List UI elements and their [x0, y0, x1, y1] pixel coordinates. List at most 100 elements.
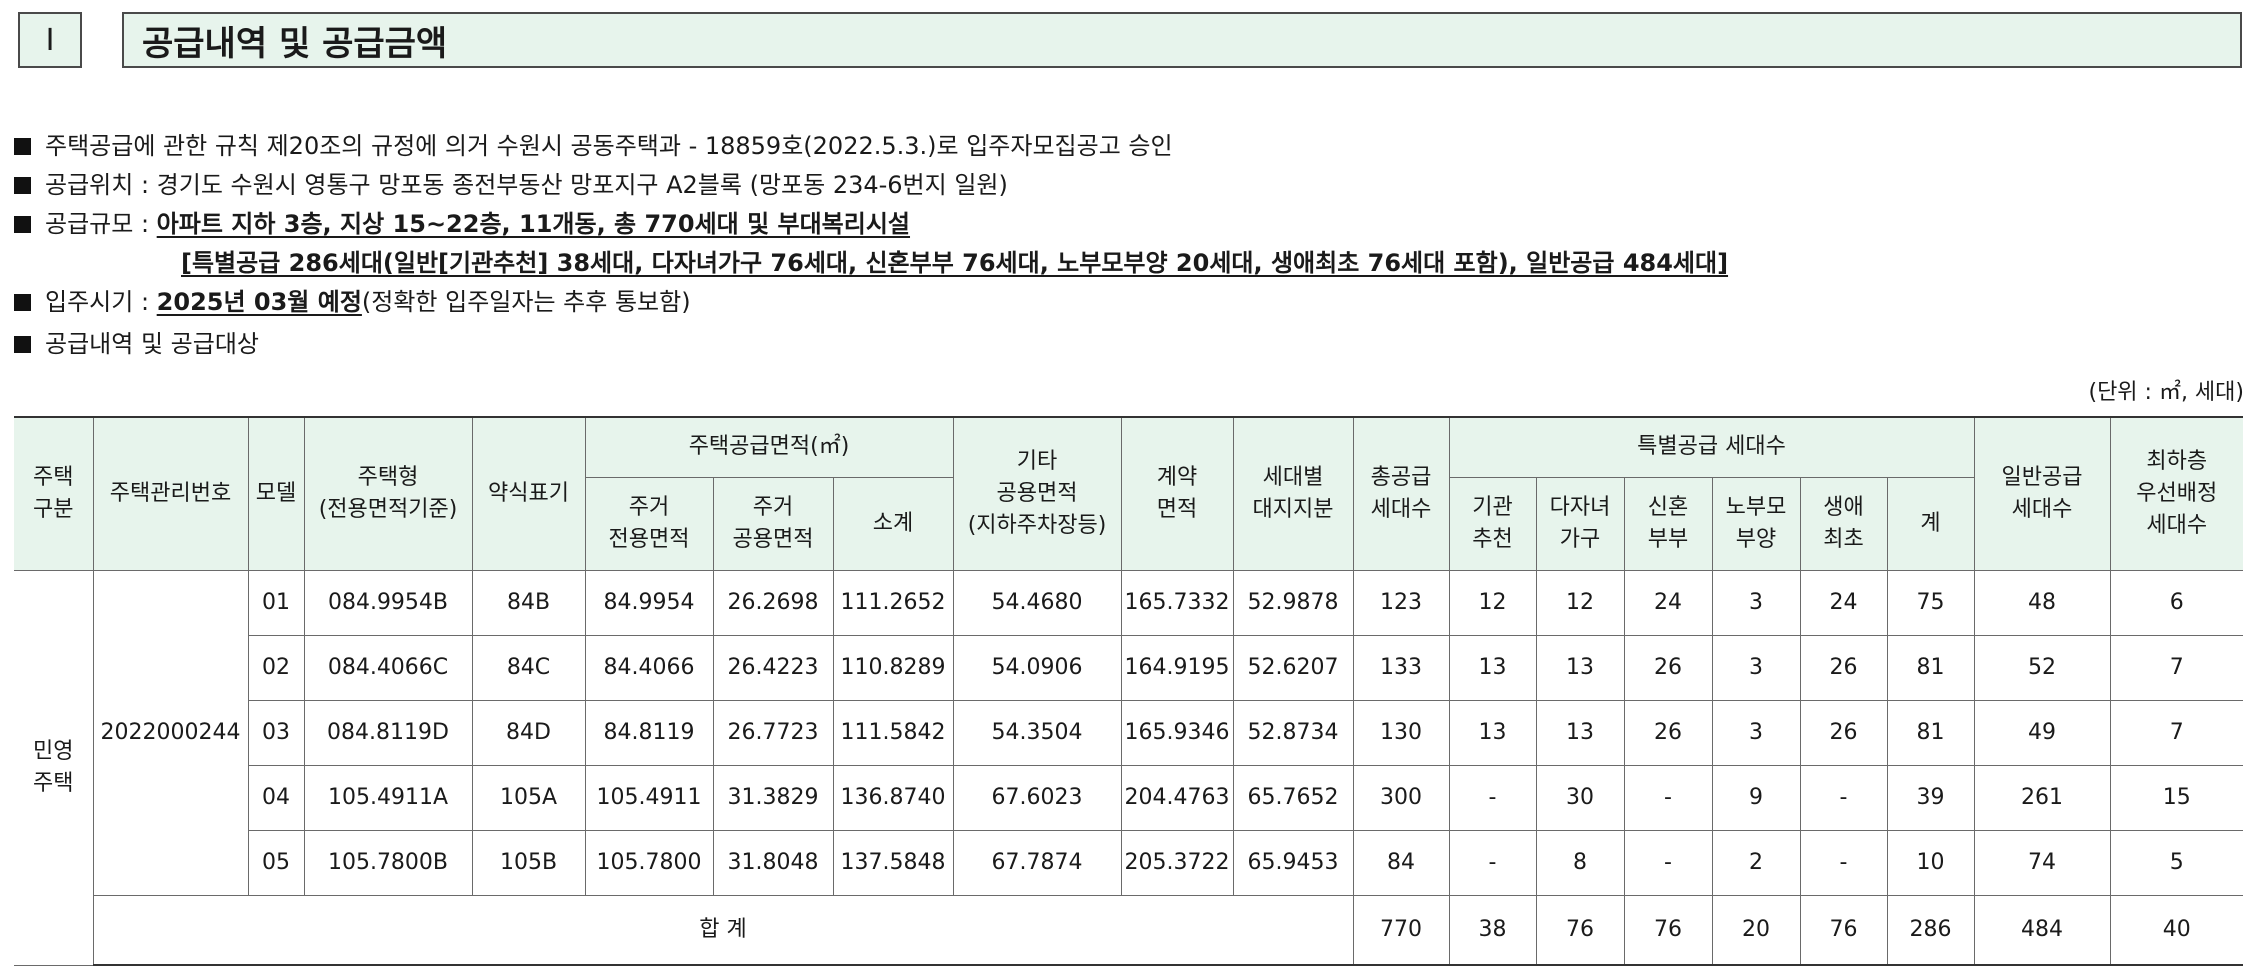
cell-newlywed: 26 — [1623, 634, 1713, 701]
cell-exclusive: 84.9954 — [584, 569, 714, 636]
header-sp-newlywed: 신혼 부부 — [1623, 476, 1713, 571]
bullet-scale-detail: [특별공급 286세대(일반[기관추천] 38세대, 다자녀가구 76세대, 신… — [181, 243, 1728, 278]
total-first: 76 — [1799, 894, 1888, 966]
cell-total: 300 — [1352, 764, 1450, 831]
header-management-number: 주택관리번호 — [92, 416, 249, 571]
cell-common: 26.2698 — [712, 569, 834, 636]
header-sp-multi-child: 다자녀 가구 — [1535, 476, 1625, 571]
cell-other: 54.4680 — [952, 569, 1122, 636]
cell-exclusive: 84.4066 — [584, 634, 714, 701]
header-other-common-area: 기타 공용면적 (지하주차장등) — [952, 416, 1122, 571]
cell-contract: 165.9346 — [1120, 699, 1234, 766]
header-lowest-floor: 최하층 우선배정 세대수 — [2109, 416, 2244, 571]
total-general: 484 — [1973, 894, 2111, 966]
cell-general: 261 — [1973, 764, 2111, 831]
cell-lowest: 7 — [2109, 634, 2244, 701]
cell-model: 03 — [248, 699, 305, 766]
header-common-area: 주거 공용면적 — [712, 476, 834, 571]
unit-note: (단위 : ㎡, 세대) — [2088, 380, 2244, 405]
cell-model: 02 — [248, 634, 305, 701]
cell-other: 67.6023 — [952, 764, 1122, 831]
header-sp-first-time: 생애 최초 — [1799, 476, 1888, 571]
header-land-share: 세대별 대지지분 — [1232, 416, 1354, 571]
scale-detail: [특별공급 286세대(일반[기관추천] 38세대, 다자녀가구 76세대, 신… — [181, 249, 1729, 277]
bullet-square-icon — [14, 177, 31, 194]
cell-parents: 3 — [1711, 569, 1801, 636]
cell-multi: 8 — [1535, 829, 1625, 896]
cell-subtotal: 137.5848 — [832, 829, 954, 896]
cell-common: 26.4223 — [712, 634, 834, 701]
cell-housing-type: 084.8119D — [303, 699, 473, 766]
bullet-supply-list: 공급내역 및 공급대상 — [14, 324, 259, 359]
header-supply-area: 주택공급면적(㎡) — [584, 416, 954, 478]
cell-other: 54.3504 — [952, 699, 1122, 766]
cell-parents: 2 — [1711, 829, 1801, 896]
cell-land: 65.7652 — [1232, 764, 1354, 831]
supply-list-text: 공급내역 및 공급대상 — [45, 330, 259, 358]
cell-contract: 164.9195 — [1120, 634, 1234, 701]
cell-multi: 13 — [1535, 699, 1625, 766]
table-row: 민영 주택 2022000244 01 084.9954B 84B 84.995… — [14, 569, 2244, 966]
approval-text: 주택공급에 관한 규칙 제20조의 규정에 의거 수원시 공동주택과 - 188… — [45, 132, 1173, 160]
cell-land: 52.9878 — [1232, 569, 1354, 636]
cell-first: 24 — [1799, 569, 1888, 636]
cell-general: 52 — [1973, 634, 2111, 701]
cell-abbr: 84D — [471, 699, 586, 766]
header-contract-area: 계약 면적 — [1120, 416, 1234, 571]
cell-first: 26 — [1799, 699, 1888, 766]
cell-common: 26.7723 — [712, 699, 834, 766]
cell-first: 26 — [1799, 634, 1888, 701]
cell-housing-type: 105.7800B — [303, 829, 473, 896]
header-sp-agency: 기관 추천 — [1448, 476, 1537, 571]
cell-other: 54.0906 — [952, 634, 1122, 701]
table-row: 05 105.7800B 105B 105.7800 31.8048 137.5… — [14, 829, 2244, 896]
supply-table: 주택 구분 주택관리번호 모델 주택형 (전용면적기준) 약식표기 주택공급면적… — [14, 416, 2244, 966]
bullet-approval: 주택공급에 관한 규칙 제20조의 규정에 의거 수원시 공동주택과 - 188… — [14, 126, 1173, 161]
header-housing-category: 주택 구분 — [14, 416, 94, 571]
table-row: 03 084.8119D 84D 84.8119 26.7723 111.584… — [14, 699, 2244, 766]
cell-total: 133 — [1352, 634, 1450, 701]
header-general-supply: 일반공급 세대수 — [1973, 416, 2111, 571]
cell-contract: 205.3722 — [1120, 829, 1234, 896]
cell-newlywed: - — [1623, 829, 1713, 896]
cell-exclusive: 84.8119 — [584, 699, 714, 766]
cell-exclusive: 105.4911 — [584, 764, 714, 831]
table-row: 04 105.4911A 105A 105.4911 31.3829 136.8… — [14, 764, 2244, 831]
cell-model: 01 — [247, 569, 305, 636]
cell-sp-sum: 81 — [1886, 634, 1975, 701]
cell-subtotal: 110.8289 — [832, 634, 954, 701]
bullet-movein: 입주시기 : 2025년 03월 예정(정확한 입주일자는 추후 통보함) — [14, 282, 691, 317]
total-lowest: 40 — [2109, 894, 2244, 966]
cell-general: 74 — [1973, 829, 2111, 896]
cell-common: 31.8048 — [712, 829, 834, 896]
section-title: 공급내역 및 공급금액 — [122, 12, 2242, 68]
cell-general: 48 — [1973, 569, 2111, 636]
cell-contract: 204.4763 — [1120, 764, 1234, 831]
table-row: 02 084.4066C 84C 84.4066 26.4223 110.828… — [14, 634, 2244, 701]
cell-housing-type: 084.9954B — [303, 569, 473, 636]
bullet-scale: 공급규모 : 아파트 지하 3층, 지상 15~22층, 11개동, 총 770… — [14, 204, 910, 239]
cell-contract: 165.7332 — [1120, 569, 1234, 636]
movein-value: 2025년 03월 예정 — [156, 288, 362, 316]
cell-abbr: 84B — [471, 569, 586, 636]
scale-value: 아파트 지하 3층, 지상 15~22층, 11개동, 총 770세대 및 부대… — [156, 210, 911, 238]
cell-parents: 3 — [1711, 699, 1801, 766]
scale-label: 공급규모 : — [45, 210, 157, 238]
cell-housing-type: 084.4066C — [303, 634, 473, 701]
housing-category-cell: 민영 주택 — [14, 569, 94, 966]
section-number: Ⅰ — [18, 12, 82, 68]
total-sp-sum: 286 — [1886, 894, 1975, 966]
header-abbreviation: 약식표기 — [471, 416, 586, 571]
management-number-cell: 2022000244 — [92, 569, 249, 896]
cell-parents: 3 — [1711, 634, 1801, 701]
cell-lowest: 7 — [2109, 699, 2244, 766]
header-housing-type: 주택형 (전용면적기준) — [303, 416, 473, 571]
cell-parents: 9 — [1711, 764, 1801, 831]
cell-multi: 30 — [1535, 764, 1625, 831]
cell-abbr: 84C — [471, 634, 586, 701]
header-exclusive-area: 주거 전용면적 — [585, 476, 714, 571]
cell-common: 31.3829 — [712, 764, 834, 831]
cell-newlywed: 24 — [1623, 569, 1713, 636]
movein-label: 입주시기 : — [45, 288, 157, 316]
total-label: 합 계 — [93, 894, 1354, 966]
